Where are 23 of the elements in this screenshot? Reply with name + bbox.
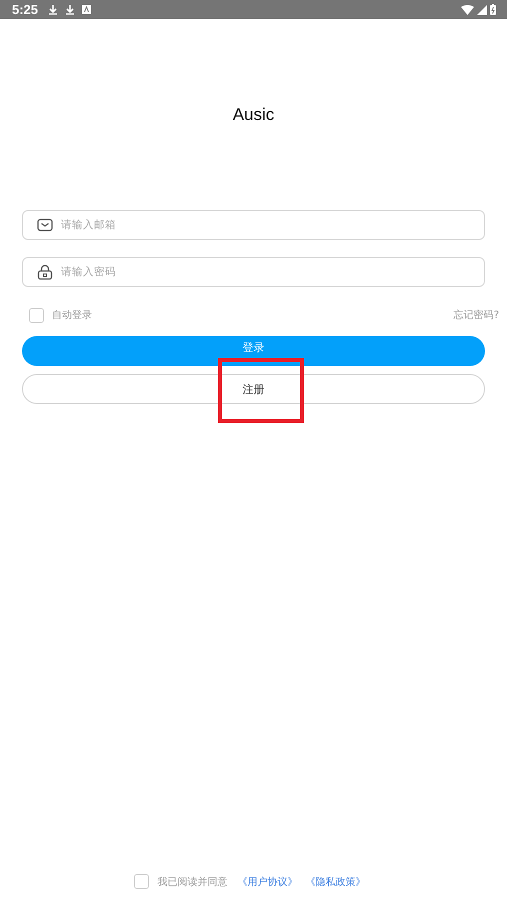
app-title: Ausic — [232, 104, 274, 126]
auto-login-label: 自动登录 — [52, 309, 92, 322]
login-button[interactable]: 登录 — [22, 336, 485, 366]
envelope-icon — [37, 217, 53, 233]
checkbox[interactable] — [29, 308, 44, 322]
wifi-icon — [461, 4, 474, 14]
checkbox[interactable] — [134, 874, 148, 889]
signal-icon — [477, 4, 487, 14]
forgot-password-link[interactable]: 忘记密码? — [454, 308, 499, 322]
battery-icon — [490, 4, 496, 15]
text-input[interactable]: 请输入密码 — [61, 266, 484, 278]
lock-icon — [37, 264, 53, 280]
agreement-text: 我已阅读并同意 — [158, 876, 228, 888]
clock-time: 5:25 — [12, 2, 38, 17]
input-field[interactable]: 请输入密码 — [22, 257, 485, 287]
input-field[interactable]: 请输入邮箱 — [22, 210, 485, 240]
register-button[interactable]: 注册 — [22, 374, 485, 404]
agreement-link[interactable]: 《隐私政策》 — [306, 874, 366, 888]
download-icon — [65, 4, 76, 15]
download-icon — [48, 4, 58, 15]
text-input[interactable]: 请输入邮箱 — [61, 219, 484, 231]
agreement-link[interactable]: 《用户协议》 — [238, 874, 298, 888]
square-icon — [82, 5, 92, 14]
